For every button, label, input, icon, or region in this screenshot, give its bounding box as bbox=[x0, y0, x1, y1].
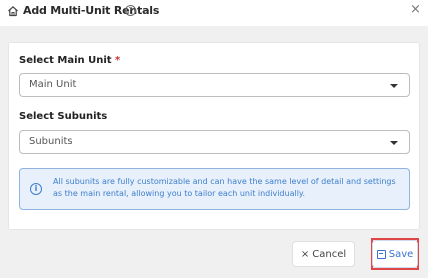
close-icon[interactable]: × bbox=[410, 2, 421, 17]
info-icon: i bbox=[30, 183, 42, 195]
subunits-select[interactable]: Subunits bbox=[19, 130, 410, 154]
info-text: All subunits are fully customizable and … bbox=[53, 177, 396, 198]
dialog-header: Add Multi-Unit Rentals ? × bbox=[0, 0, 428, 26]
save-icon bbox=[376, 249, 386, 259]
subunits-value: Subunits bbox=[29, 136, 73, 147]
main-unit-select[interactable]: Main Unit bbox=[19, 73, 410, 97]
home-icon bbox=[8, 6, 18, 17]
cancel-label: Cancel bbox=[312, 248, 347, 260]
save-button[interactable]: Save bbox=[372, 240, 418, 268]
subunits-label: Select Subunits bbox=[19, 111, 108, 122]
caret-down-icon bbox=[390, 84, 398, 88]
main-unit-label: Select Main Unit * bbox=[19, 55, 120, 66]
info-alert: i All subunits are fully customizable an… bbox=[19, 168, 410, 210]
dialog-title: Add Multi-Unit Rentals bbox=[23, 4, 160, 17]
required-mark: * bbox=[115, 55, 121, 66]
caret-down-icon bbox=[390, 141, 398, 145]
form-card: Select Main Unit * Main Unit Select Subu… bbox=[8, 42, 420, 230]
cancel-button[interactable]: × Cancel bbox=[292, 241, 355, 267]
main-unit-value: Main Unit bbox=[29, 79, 77, 90]
close-icon: × bbox=[300, 248, 310, 260]
main-unit-label-text: Select Main Unit bbox=[19, 55, 112, 66]
help-icon[interactable]: ? bbox=[125, 5, 136, 16]
save-label: Save bbox=[388, 248, 414, 260]
